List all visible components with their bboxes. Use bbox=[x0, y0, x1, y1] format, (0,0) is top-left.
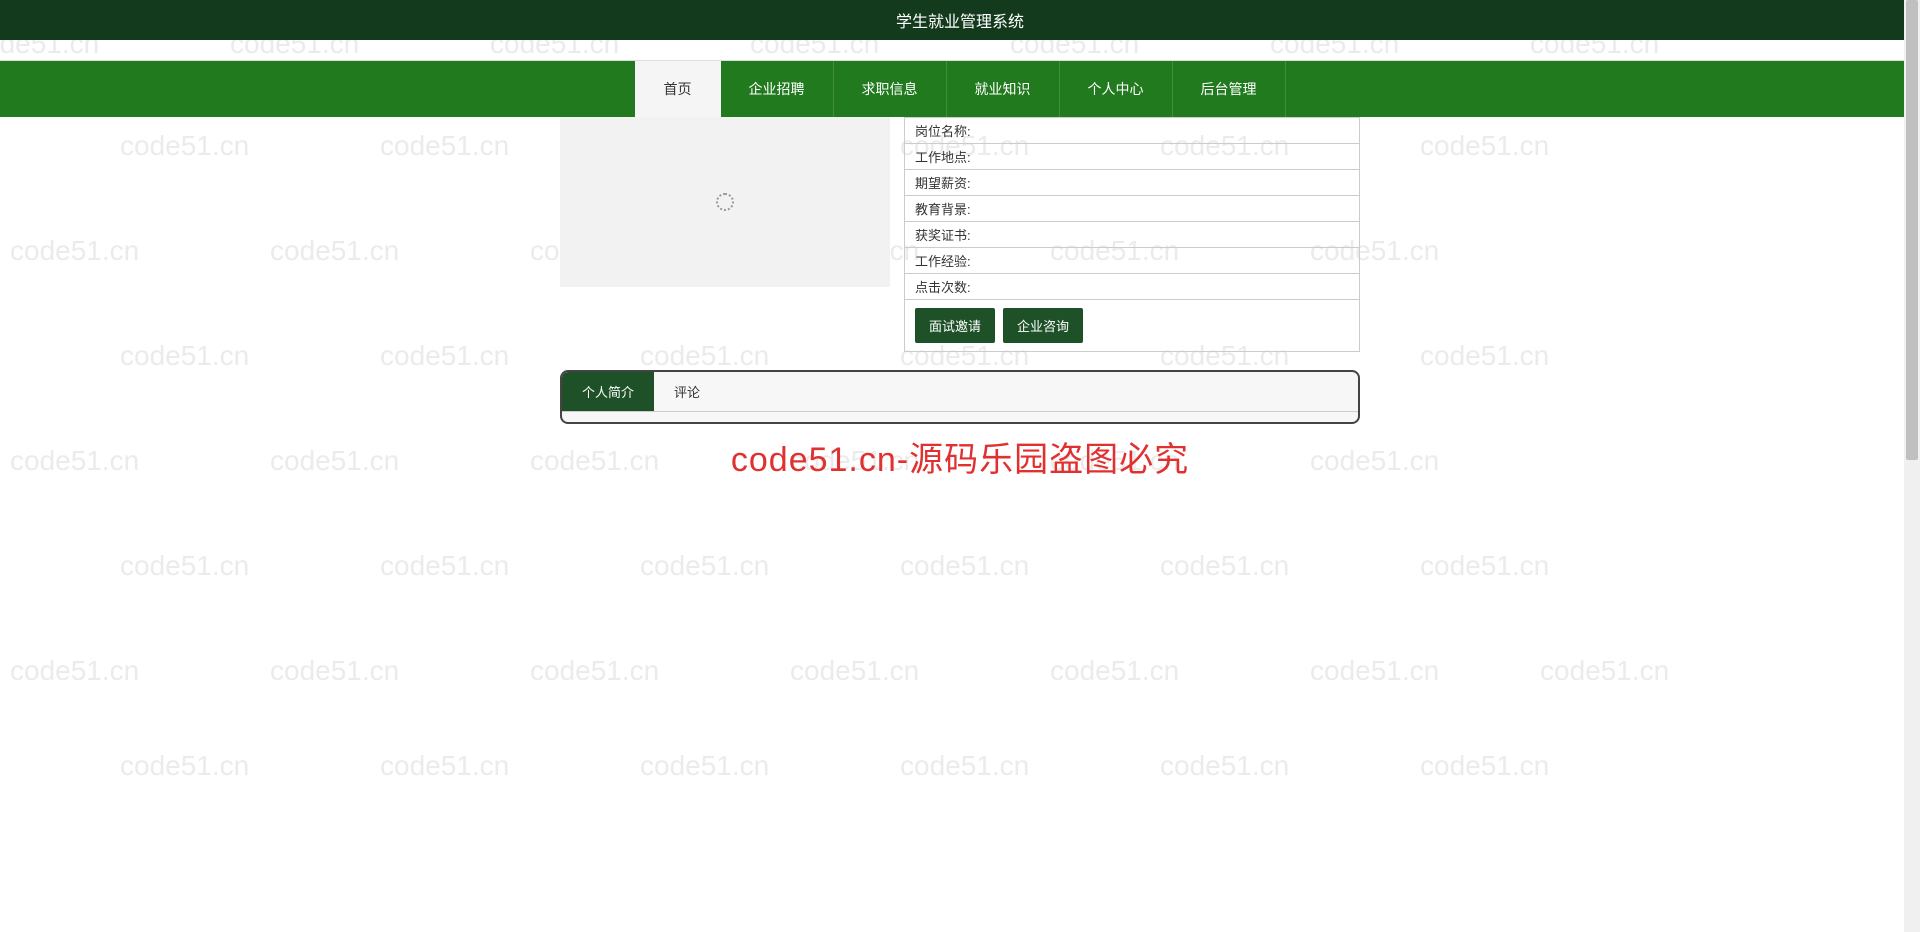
nav-bar: 首页 企业招聘 求职信息 就业知识 个人中心 后台管理 bbox=[0, 60, 1920, 117]
watermark-text: code51.cn bbox=[380, 550, 509, 582]
system-title: 学生就业管理系统 bbox=[896, 14, 1024, 31]
watermark-text: code51.cn bbox=[120, 130, 249, 162]
interview-invite-button[interactable]: 面试邀请 bbox=[915, 308, 995, 343]
watermark-text: code51.cn bbox=[120, 550, 249, 582]
nav-item-admin[interactable]: 后台管理 bbox=[1173, 61, 1286, 117]
nav-inner: 首页 企业招聘 求职信息 就业知识 个人中心 后台管理 bbox=[0, 61, 1920, 117]
watermark-text: code51.cn bbox=[1420, 340, 1549, 372]
watermark-text: code51.cn bbox=[900, 750, 1029, 782]
nav-item-profile[interactable]: 个人中心 bbox=[1060, 61, 1173, 117]
tab-comments[interactable]: 评论 bbox=[654, 372, 720, 411]
nav-item-home[interactable]: 首页 bbox=[635, 61, 721, 117]
image-placeholder bbox=[560, 117, 890, 287]
watermark-text: code51.cn bbox=[900, 550, 1029, 582]
watermark-text: code51.cn bbox=[380, 130, 509, 162]
field-position: 岗位名称: bbox=[905, 118, 1359, 144]
field-education: 教育背景: bbox=[905, 196, 1359, 222]
company-consult-button[interactable]: 企业咨询 bbox=[1003, 308, 1083, 343]
watermark-text: code51.cn bbox=[270, 655, 399, 687]
field-clicks: 点击次数: bbox=[905, 274, 1359, 300]
watermark-text: code51.cn bbox=[120, 340, 249, 372]
header-title: 学生就业管理系统 bbox=[0, 0, 1920, 40]
tab-profile[interactable]: 个人简介 bbox=[562, 372, 654, 411]
watermark-text: code51.cn bbox=[10, 235, 139, 267]
watermark-text: code51.cn bbox=[1050, 655, 1179, 687]
scrollbar-thumb[interactable] bbox=[1906, 0, 1918, 460]
loading-spinner-icon bbox=[716, 193, 734, 211]
watermark-text: code51.cn bbox=[380, 340, 509, 372]
tabs-body bbox=[562, 412, 1358, 422]
watermark-text: code51.cn bbox=[640, 750, 769, 782]
watermark-text: code51.cn bbox=[1160, 750, 1289, 782]
tabs-header: 个人简介 评论 bbox=[562, 372, 1358, 412]
scrollbar-track[interactable] bbox=[1904, 0, 1920, 932]
watermark-text: code51.cn bbox=[1420, 550, 1549, 582]
watermark-text: code51.cn bbox=[530, 655, 659, 687]
button-row: 面试邀请 企业咨询 bbox=[905, 300, 1359, 351]
watermark-text: code51.cn bbox=[1420, 750, 1549, 782]
nav-item-knowledge[interactable]: 就业知识 bbox=[947, 61, 1060, 117]
info-table: 岗位名称: 工作地点: 期望薪资: 教育背景: 获奖证书: 工作经验: 点击次数… bbox=[904, 117, 1360, 352]
tabs-panel: 个人简介 评论 bbox=[560, 370, 1360, 424]
watermark-text: code51.cn bbox=[380, 750, 509, 782]
watermark-text: code51.cn bbox=[10, 655, 139, 687]
big-watermark: code51.cn-源码乐园盗图必究 bbox=[0, 432, 1920, 481]
watermark-text: code51.cn bbox=[790, 655, 919, 687]
field-awards: 获奖证书: bbox=[905, 222, 1359, 248]
nav-item-recruitment[interactable]: 企业招聘 bbox=[721, 61, 834, 117]
watermark-text: code51.cn bbox=[270, 235, 399, 267]
detail-row: 岗位名称: 工作地点: 期望薪资: 教育背景: 获奖证书: 工作经验: 点击次数… bbox=[560, 117, 1360, 352]
watermark-text: code51.cn bbox=[120, 750, 249, 782]
watermark-text: code51.cn bbox=[1310, 655, 1439, 687]
field-salary: 期望薪资: bbox=[905, 170, 1359, 196]
watermark-text: code51.cn bbox=[640, 550, 769, 582]
watermark-text: code51.cn bbox=[1540, 655, 1669, 687]
watermark-text: code51.cn bbox=[1160, 550, 1289, 582]
watermark-text: code51.cn bbox=[1420, 130, 1549, 162]
field-experience: 工作经验: bbox=[905, 248, 1359, 274]
main-content: 岗位名称: 工作地点: 期望薪资: 教育背景: 获奖证书: 工作经验: 点击次数… bbox=[560, 117, 1360, 424]
field-location: 工作地点: bbox=[905, 144, 1359, 170]
nav-item-jobseeking[interactable]: 求职信息 bbox=[834, 61, 947, 117]
